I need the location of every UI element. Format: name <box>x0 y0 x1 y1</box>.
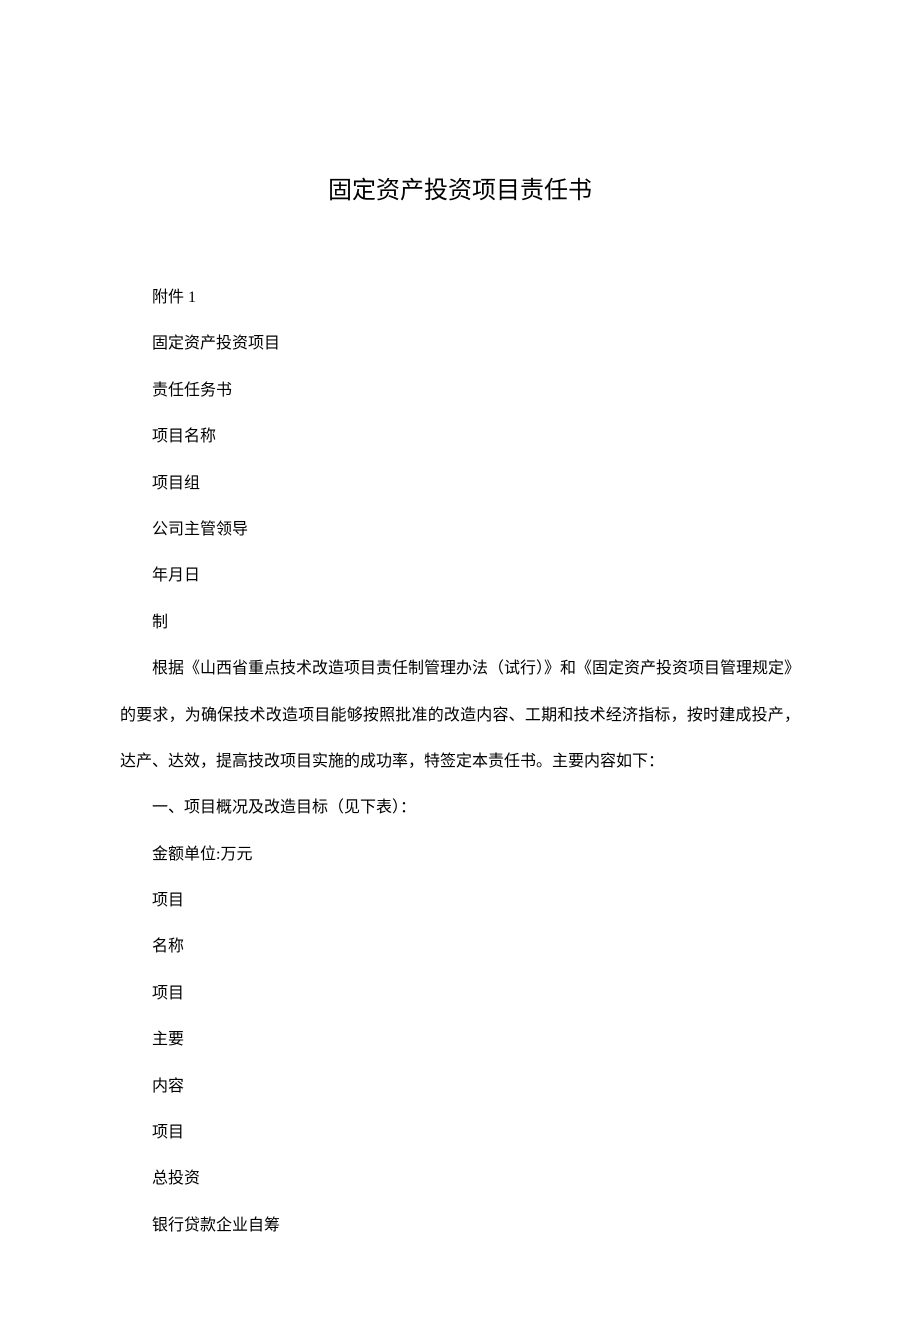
body-line: 名称 <box>120 924 800 970</box>
body-line: 项目名称 <box>120 414 800 460</box>
body-paragraph: 根据《山西省重点技术改造项目责任制管理办法（试行）》和《固定资产投资项目管理规定… <box>120 646 800 785</box>
body-line: 项目 <box>120 971 800 1017</box>
body-line: 项目 <box>120 878 800 924</box>
body-line: 主要 <box>120 1017 800 1063</box>
document-title: 固定资产投资项目责任书 <box>120 170 800 205</box>
body-line: 年月日 <box>120 553 800 599</box>
body-line: 银行贷款企业自筹 <box>120 1203 800 1249</box>
body-line: 内容 <box>120 1064 800 1110</box>
body-line: 项目 <box>120 1110 800 1156</box>
body-line: 公司主管领导 <box>120 507 800 553</box>
body-line: 责任任务书 <box>120 368 800 414</box>
attachment-label: 附件 1 <box>120 275 800 321</box>
body-line: 总投资 <box>120 1156 800 1202</box>
body-line: 固定资产投资项目 <box>120 321 800 367</box>
body-line: 金额单位:万元 <box>120 832 800 878</box>
body-line: 制 <box>120 600 800 646</box>
section-heading: 一、项目概况及改造目标（见下表）： <box>120 785 800 831</box>
body-line: 项目组 <box>120 461 800 507</box>
